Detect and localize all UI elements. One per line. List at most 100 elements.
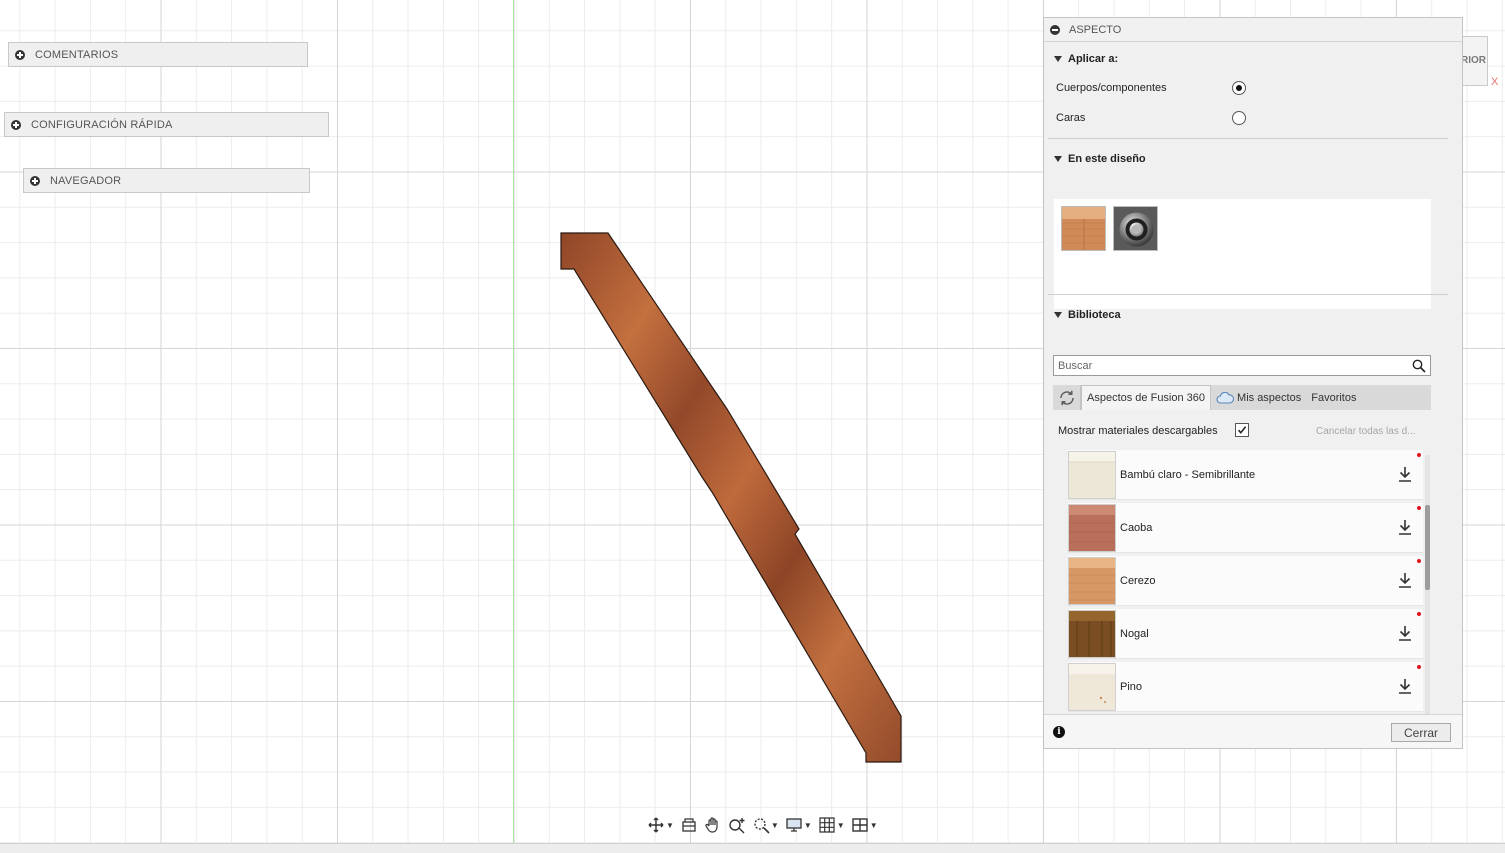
in-design-title: En este diseño — [1068, 153, 1146, 165]
cancel-all-downloads-link[interactable]: Cancelar todas las d... — [1316, 426, 1416, 437]
material-name: Cerezo — [1120, 575, 1156, 587]
expand-plus-icon[interactable] — [15, 49, 25, 60]
tab-label: Favoritos — [1311, 391, 1357, 404]
info-icon[interactable]: i — [1053, 726, 1065, 738]
display-settings-icon — [786, 818, 802, 832]
library-tabs: Aspectos de Fusion 360 Mis aspectos Favo… — [1053, 385, 1431, 410]
pan-tool[interactable] — [702, 813, 724, 837]
status-strip — [0, 843, 1505, 853]
aspect-dialog-footer: i Cerrar — [1044, 714, 1462, 748]
chevron-down-icon[interactable]: ▼ — [870, 821, 878, 830]
collapse-minus-icon[interactable] — [1050, 24, 1060, 35]
zoom-icon — [729, 818, 745, 834]
cloud-icon — [1216, 391, 1235, 404]
option-bodies-radio[interactable] — [1232, 81, 1246, 95]
fit-icon — [754, 818, 770, 834]
zoom-tool[interactable] — [726, 813, 748, 837]
material-thumbnail — [1068, 610, 1116, 658]
divider — [1048, 138, 1448, 139]
new-indicator-dot — [1417, 559, 1421, 563]
chevron-down-icon[interactable]: ▼ — [837, 821, 845, 830]
orbit-tool[interactable]: ▼ — [645, 813, 676, 837]
library-title: Biblioteca — [1068, 309, 1121, 321]
apply-to-title: Aplicar a: — [1068, 53, 1119, 65]
tab-my-appearances[interactable]: Mis aspectos — [1211, 385, 1306, 410]
expand-plus-icon[interactable] — [11, 119, 21, 130]
in-design-section-header[interactable]: En este diseño — [1054, 153, 1146, 165]
download-icon[interactable] — [1397, 677, 1413, 695]
chevron-down-icon[interactable]: ▼ — [804, 821, 812, 830]
list-item[interactable]: Caoba — [1068, 503, 1423, 553]
viewcube[interactable]: RIOR — [1460, 36, 1488, 86]
close-button[interactable]: Cerrar — [1391, 723, 1451, 742]
chrome-appearance-swatch[interactable] — [1113, 206, 1158, 251]
navigation-toolbar: ▼ ▼ ▼ ▼ ▼ — [645, 812, 885, 838]
material-thumbnail — [1068, 557, 1116, 605]
option-faces-radio[interactable] — [1232, 111, 1246, 125]
grid-tool[interactable]: ▼ — [816, 813, 847, 837]
viewports-icon — [851, 818, 868, 832]
material-list: Bambú claro - Semibrillante Caoba Cerezo… — [1068, 450, 1431, 730]
quick-setup-panel[interactable]: CONFIGURACIÓN RÁPIDA — [4, 112, 329, 137]
search-input[interactable] — [1054, 356, 1411, 375]
refresh-icon — [1059, 390, 1074, 405]
download-icon[interactable] — [1397, 624, 1413, 642]
x-axis-label: X — [1491, 76, 1499, 88]
expand-plus-icon[interactable] — [30, 175, 40, 186]
viewcube-face-label: RIOR — [1461, 55, 1486, 66]
aspect-dialog: ASPECTO Aplicar a: Cuerpos/componentes C… — [1043, 17, 1463, 749]
chevron-down-icon[interactable]: ▼ — [666, 821, 674, 830]
material-name: Pino — [1120, 681, 1143, 693]
aspect-dialog-title: ASPECTO — [1069, 23, 1122, 36]
material-name: Nogal — [1120, 628, 1149, 640]
wood-appearance-swatch[interactable] — [1061, 206, 1106, 251]
search-icon[interactable] — [1411, 358, 1427, 374]
aspect-dialog-header[interactable]: ASPECTO — [1044, 18, 1462, 42]
apply-to-section-header[interactable]: Aplicar a: — [1054, 53, 1118, 65]
triangle-down-icon — [1054, 312, 1062, 318]
tab-favorites[interactable]: Favoritos — [1306, 385, 1361, 410]
comments-panel[interactable]: COMENTARIOS — [8, 42, 308, 67]
in-design-appearances — [1054, 199, 1431, 309]
grid-icon — [819, 817, 835, 833]
refresh-button[interactable] — [1053, 385, 1081, 410]
option-bodies-label: Cuerpos/componentes — [1056, 82, 1167, 94]
new-indicator-dot — [1417, 612, 1421, 616]
pan-icon — [705, 817, 718, 833]
display-settings-tool[interactable]: ▼ — [783, 813, 814, 837]
list-item[interactable]: Pino — [1068, 662, 1423, 712]
scrollbar-thumb[interactable] — [1425, 505, 1430, 590]
list-item[interactable]: Cerezo — [1068, 556, 1423, 606]
material-thumbnail — [1068, 504, 1116, 552]
comments-panel-label: COMENTARIOS — [35, 48, 119, 61]
download-icon[interactable] — [1397, 465, 1413, 483]
library-section-header[interactable]: Biblioteca — [1054, 309, 1121, 321]
fit-tool[interactable]: ▼ — [750, 813, 781, 837]
material-list-scrollbar[interactable] — [1425, 455, 1430, 730]
orbit-icon — [648, 817, 664, 833]
option-faces-label: Caras — [1056, 112, 1086, 124]
new-indicator-dot — [1417, 665, 1421, 669]
new-indicator-dot — [1417, 506, 1421, 510]
tab-fusion-appearances[interactable]: Aspectos de Fusion 360 — [1081, 385, 1212, 410]
chevron-down-icon[interactable]: ▼ — [771, 821, 779, 830]
aspect-dialog-body: Aplicar a: Cuerpos/componentes Caras En … — [1044, 42, 1462, 730]
show-downloadable-checkbox[interactable] — [1235, 423, 1249, 437]
divider — [1048, 294, 1448, 295]
list-item[interactable]: Bambú claro - Semibrillante — [1068, 450, 1423, 500]
look-at-tool[interactable] — [678, 813, 700, 837]
library-search — [1053, 355, 1431, 376]
checkmark-icon — [1237, 426, 1247, 434]
material-thumbnail — [1068, 451, 1116, 499]
download-icon[interactable] — [1397, 571, 1413, 589]
triangle-down-icon — [1054, 156, 1062, 162]
navigator-panel[interactable]: NAVEGADOR — [23, 168, 310, 193]
download-icon[interactable] — [1397, 518, 1413, 536]
show-downloadable-label: Mostrar materiales descargables — [1058, 425, 1218, 437]
look-at-icon — [682, 818, 696, 832]
tab-label: Mis aspectos — [1237, 391, 1302, 404]
new-indicator-dot — [1417, 453, 1421, 457]
viewports-tool[interactable]: ▼ — [849, 813, 880, 837]
tab-label: Aspectos de Fusion 360 — [1087, 392, 1206, 404]
list-item[interactable]: Nogal — [1068, 609, 1423, 659]
